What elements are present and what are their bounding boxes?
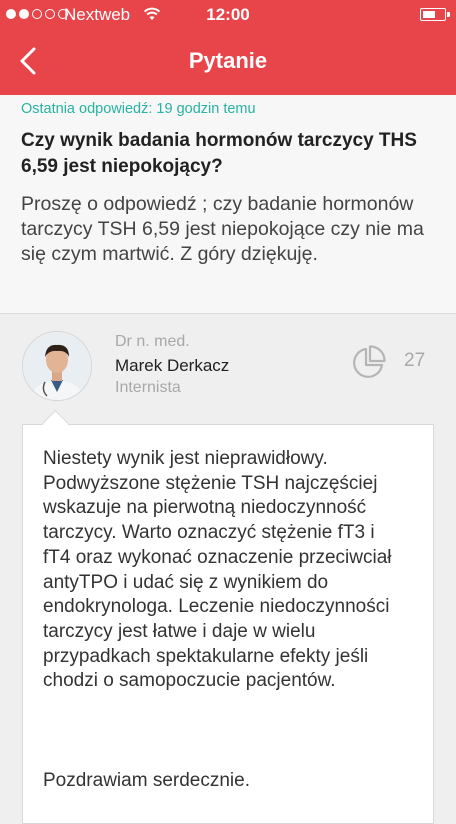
pie-chart-icon: [353, 345, 386, 378]
question-title: Czy wynik badania hormonów tarczycy THS …: [21, 130, 417, 177]
question-body: Proszę o odpowiedź ; czy badanie hormonó…: [21, 193, 424, 265]
doctor-header[interactable]: Dr n. med. Marek Derkacz Internista 27: [0, 313, 456, 423]
answers-count: 27: [404, 350, 426, 371]
last-answer-info: Ostatnia odpowiedź: 19 godzin temu: [21, 101, 256, 117]
answer-card: Niestety wynik jest nieprawidłowy. Podwy…: [22, 424, 434, 824]
answer-greeting: Pozdrawiam serdecznie.: [43, 770, 250, 791]
doctor-name[interactable]: Marek Derkacz: [115, 356, 229, 376]
doctor-specialty: Internista: [115, 379, 181, 396]
clock: 12:00: [206, 5, 250, 24]
top-bar: Nextweb 12:00 Pytanie: [0, 0, 456, 95]
battery-icon: [420, 8, 450, 21]
doctor-degree: Dr n. med.: [115, 333, 190, 350]
question-card: Ostatnia odpowiedź: 19 godzin temu Czy w…: [0, 95, 456, 314]
avatar[interactable]: [22, 331, 92, 401]
answer-body: Niestety wynik jest nieprawidłowy. Podwy…: [43, 448, 392, 692]
page-title: Pytanie: [188, 48, 268, 73]
status-bar: Nextweb 12:00: [0, 0, 456, 32]
